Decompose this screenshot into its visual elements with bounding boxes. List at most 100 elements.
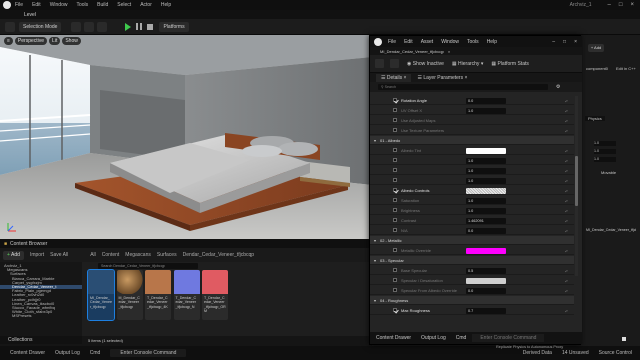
blueprint-icon[interactable]: [84, 21, 95, 32]
override-checkbox[interactable]: [393, 208, 397, 213]
platforms-button[interactable]: Platforms: [159, 21, 189, 32]
parameter-value-input[interactable]: 1.0: [466, 167, 506, 174]
parameter-value-input[interactable]: 1.0: [466, 157, 506, 164]
mi-menu-edit[interactable]: Edit: [404, 39, 413, 45]
reset-to-default-icon[interactable]: ↶: [565, 209, 568, 214]
folder-tree-item[interactable]: MSPresets: [0, 314, 82, 318]
pause-icon[interactable]: [136, 23, 143, 30]
override-checkbox[interactable]: [393, 98, 397, 103]
mi-cmd-dropdown[interactable]: Cmd: [456, 335, 467, 341]
mi-search-input[interactable]: ⚲ Search: [378, 84, 548, 90]
parameter-group-header[interactable]: ▾ 02 - Metallic: [370, 236, 574, 246]
reset-to-default-icon[interactable]: ↶: [565, 309, 568, 314]
override-checkbox[interactable]: [393, 248, 397, 253]
parameter-group-header[interactable]: ▾ 04 - Roughness: [370, 296, 574, 306]
reset-to-default-icon[interactable]: ↶: [565, 249, 568, 254]
mobility-field[interactable]: Movable: [601, 170, 616, 175]
mi-close-icon[interactable]: ×: [574, 39, 577, 45]
breadcrumb-all[interactable]: All: [90, 252, 96, 258]
parameter-value-input[interactable]: 0.5: [466, 267, 506, 274]
menu-tools[interactable]: Tools: [76, 2, 88, 8]
mi-asset-tab[interactable]: MI_Dendar_Cedar_Veneer_tfjcbcqp ×: [370, 47, 582, 55]
reset-to-default-icon[interactable]: ↶: [565, 149, 568, 154]
content-browser-title[interactable]: Content Browser: [10, 241, 47, 247]
mi-console-input[interactable]: Enter Console Command: [472, 334, 545, 342]
color-swatch[interactable]: [466, 187, 506, 194]
tab-details[interactable]: ☰ Details ×: [376, 73, 412, 82]
output-log-button[interactable]: Output Log: [55, 350, 80, 356]
breadcrumb-surfaces[interactable]: Surfaces: [157, 252, 177, 258]
reset-to-default-icon[interactable]: ↶: [565, 199, 568, 204]
override-checkbox[interactable]: [393, 118, 397, 123]
level-viewport[interactable]: ≡ Perspective Lit Show: [0, 35, 372, 239]
asset-tile[interactable]: T_Dendar_Cedar_Veneer_tfjcbcqp_4K: [145, 270, 171, 320]
override-checkbox[interactable]: [393, 188, 397, 193]
parameter-value-input[interactable]: 1.462091: [466, 217, 506, 224]
breadcrumb-megascans[interactable]: Megascans: [125, 252, 151, 258]
mi-scrollbar[interactable]: [575, 96, 578, 276]
color-swatch[interactable]: [466, 147, 506, 154]
reset-to-default-icon[interactable]: ↶: [565, 269, 568, 274]
platform-stats-button[interactable]: ▦ Platform Stats: [491, 61, 529, 67]
menu-window[interactable]: Window: [50, 2, 68, 8]
save-all-button[interactable]: Save All: [50, 252, 68, 258]
mi-menu-file[interactable]: File: [388, 39, 396, 45]
parameter-value-input[interactable]: 0.0: [466, 97, 506, 104]
reset-to-default-icon[interactable]: ↶: [565, 189, 568, 194]
maximize-icon[interactable]: □: [619, 2, 623, 8]
edit-in-cpp-link[interactable]: Edit in C++: [616, 66, 636, 71]
content-drawer-button[interactable]: Content Drawer: [10, 350, 45, 356]
save-icon[interactable]: [5, 21, 15, 32]
menu-file[interactable]: File: [15, 2, 23, 8]
breadcrumb-folder[interactable]: Dendar_Cedar_Veneer_tfjcbcqp: [183, 252, 254, 258]
override-checkbox[interactable]: [393, 198, 397, 203]
reset-to-default-icon[interactable]: ↶: [565, 179, 568, 184]
reset-to-default-icon[interactable]: ↶: [565, 159, 568, 164]
mi-minimize-icon[interactable]: –: [552, 39, 555, 45]
physics-field[interactable]: Physics: [585, 116, 605, 121]
mi-menu-tools[interactable]: Tools: [467, 39, 479, 45]
mi-output-log-button[interactable]: Output Log: [421, 335, 446, 341]
selection-mode-button[interactable]: Selection Mode: [19, 21, 62, 32]
override-checkbox[interactable]: [393, 228, 397, 233]
override-checkbox[interactable]: [393, 108, 397, 113]
reset-to-default-icon[interactable]: ↶: [565, 99, 568, 104]
color-swatch[interactable]: [466, 277, 506, 284]
override-checkbox[interactable]: [393, 128, 397, 133]
parameter-value-input[interactable]: 1.0: [466, 107, 506, 114]
hierarchy-button[interactable]: ▦ Hierarchy ▾: [452, 61, 483, 67]
mi-menu-help[interactable]: Help: [487, 39, 497, 45]
viewport-options-icon[interactable]: ≡: [4, 37, 13, 45]
tab-close-icon[interactable]: ×: [448, 49, 450, 54]
asset-tile[interactable]: M_Dendar_Cedar_Veneer_tfjcbcqp: [116, 270, 143, 320]
parameter-group-header[interactable]: ▾ 03 - Specular: [370, 256, 574, 266]
mi-menu-asset[interactable]: Asset: [421, 39, 434, 45]
apply-impulse-checkbox[interactable]: [622, 337, 626, 341]
color-swatch[interactable]: [466, 247, 506, 254]
asset-search-input[interactable]: Search Dendar_Cedar_Veneer_tfjcbcqp: [98, 263, 198, 269]
show-button[interactable]: Show: [62, 37, 81, 45]
browse-icon[interactable]: [390, 59, 399, 68]
reset-to-default-icon[interactable]: ↶: [565, 219, 568, 224]
menu-select[interactable]: Select: [117, 2, 131, 8]
override-checkbox[interactable]: [393, 148, 397, 153]
import-button[interactable]: Import: [30, 252, 44, 258]
breadcrumb-content[interactable]: Content: [102, 252, 120, 258]
cmd-dropdown[interactable]: Cmd: [90, 350, 101, 356]
collections-section[interactable]: Collections: [0, 336, 82, 344]
reset-to-default-icon[interactable]: ↶: [565, 169, 568, 174]
reset-to-default-icon[interactable]: ↶: [565, 279, 568, 284]
collapse-arrow-icon[interactable]: ▾: [374, 238, 376, 243]
reset-to-default-icon[interactable]: ↶: [565, 119, 568, 124]
add-component-button[interactable]: + Add: [588, 44, 604, 52]
override-checkbox[interactable]: [393, 218, 397, 223]
override-checkbox[interactable]: [393, 288, 397, 293]
override-checkbox[interactable]: [393, 158, 397, 163]
add-button[interactable]: + Add: [3, 250, 24, 260]
add-actor-icon[interactable]: [71, 21, 82, 32]
tab-layer-parameters[interactable]: ☰ Layer Parameters ×: [417, 75, 467, 81]
override-checkbox[interactable]: [393, 278, 397, 283]
parameter-group-header[interactable]: ▾ 01 - Albedo: [370, 136, 574, 146]
asset-tile[interactable]: T_Dendar_Cedar_Veneer_tfjcbcqp_ORM: [202, 270, 228, 320]
override-checkbox[interactable]: [393, 178, 397, 183]
